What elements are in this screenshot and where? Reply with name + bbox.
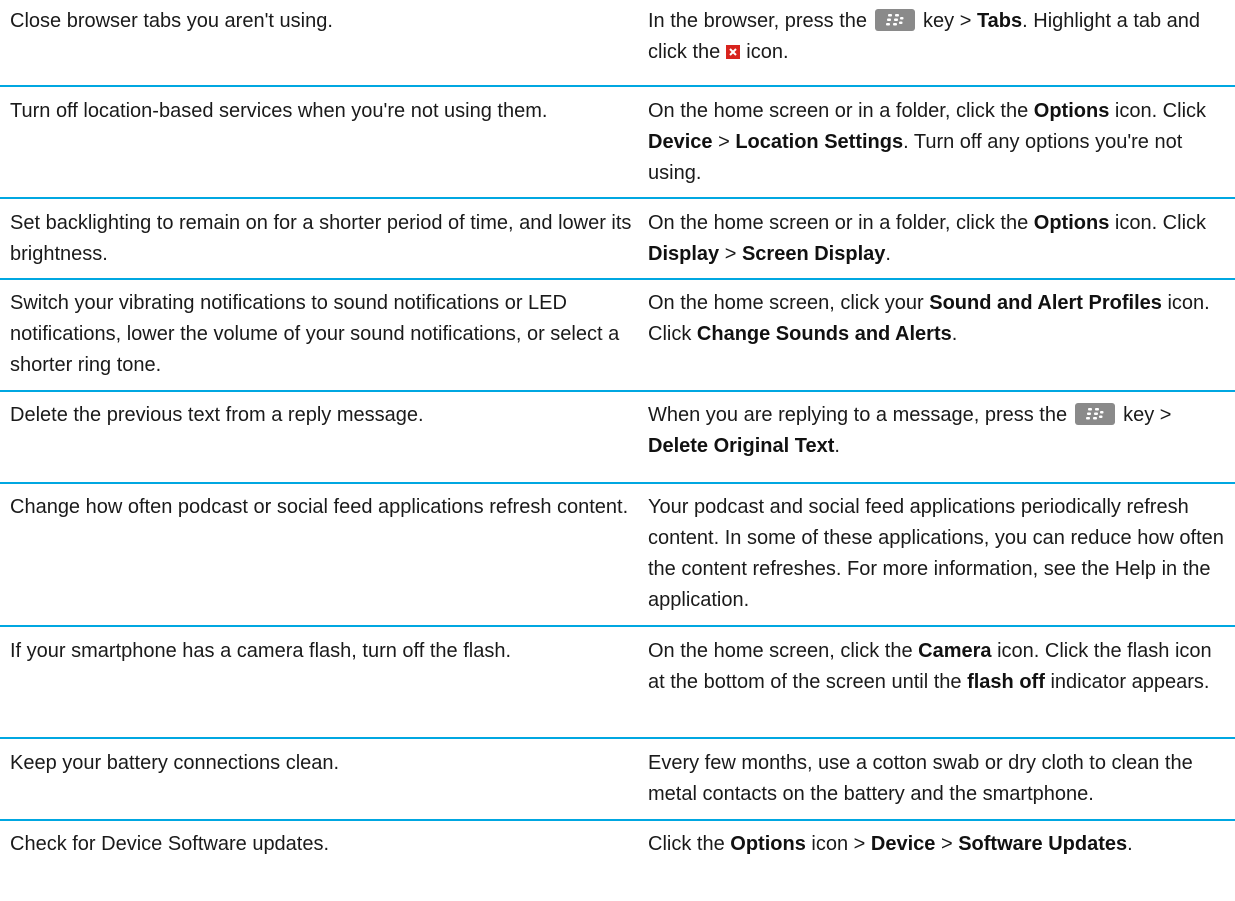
instruction-text: Click the Options icon > Device > Softwa… (648, 833, 1133, 855)
bold-term: Camera (918, 640, 992, 662)
bold-term: Tabs (976, 10, 1023, 32)
row-separator (0, 625, 1235, 627)
blackberry-menu-key-icon (875, 9, 916, 31)
instruction-text: On the home screen, click the Camera ico… (648, 640, 1212, 693)
tip-text: Turn off location-based services when yo… (10, 100, 548, 122)
tip-text: Keep your battery connections clean. (10, 752, 340, 774)
row-separator (0, 278, 1235, 280)
tip-text: Set backlighting to remain on for a shor… (10, 212, 632, 265)
instruction-text: On the home screen, click your Sound and… (648, 292, 1210, 345)
bold-term: Display (648, 243, 720, 265)
instruction-text: On the home screen or in a folder, click… (648, 100, 1207, 184)
instruction-text: In the browser, press the key > Tabs. Hig… (648, 9, 1201, 63)
bold-term: flash off (967, 671, 1045, 693)
tip-text: Switch your vibrating notifications to s… (10, 292, 620, 376)
bold-term: Software Updates (958, 833, 1128, 855)
tips-table: Close browser tabs you aren't using. In … (0, 0, 1235, 901)
bold-term: Device (870, 833, 936, 855)
bold-term: Options (1033, 100, 1110, 122)
tip-text: Change how often podcast or social feed … (10, 496, 629, 518)
row-separator (0, 737, 1235, 739)
bold-term: Device (648, 131, 713, 153)
row-separator (0, 85, 1235, 87)
instruction-text: On the home screen or in a folder, click… (648, 212, 1207, 265)
row-separator (0, 390, 1235, 392)
instruction-text: When you are replying to a message, pres… (648, 403, 1172, 457)
tip-text: If your smartphone has a camera flash, t… (10, 640, 512, 662)
bold-term: Location Settings (735, 131, 904, 153)
close-tab-icon (726, 45, 741, 59)
tip-text: Check for Device Software updates. (10, 833, 330, 855)
bold-term: Screen Display (741, 243, 886, 265)
tip-text: Close browser tabs you aren't using. (10, 10, 333, 32)
row-separator (0, 197, 1235, 199)
bold-term: Change Sounds and Alerts (696, 323, 952, 345)
row-separator (0, 819, 1235, 821)
bold-term: Delete Original Text (648, 435, 835, 457)
tip-text: Delete the previous text from a reply me… (10, 404, 424, 426)
blackberry-menu-key-icon (1075, 403, 1116, 425)
instruction-text: Every few months, use a cotton swab or d… (648, 752, 1193, 805)
row-separator (0, 482, 1235, 484)
bold-term: Options (730, 833, 806, 855)
bold-term: Sound and Alert Profiles (929, 292, 1162, 314)
instruction-text: Your podcast and social feed application… (648, 496, 1224, 611)
bold-term: Options (1033, 212, 1110, 234)
